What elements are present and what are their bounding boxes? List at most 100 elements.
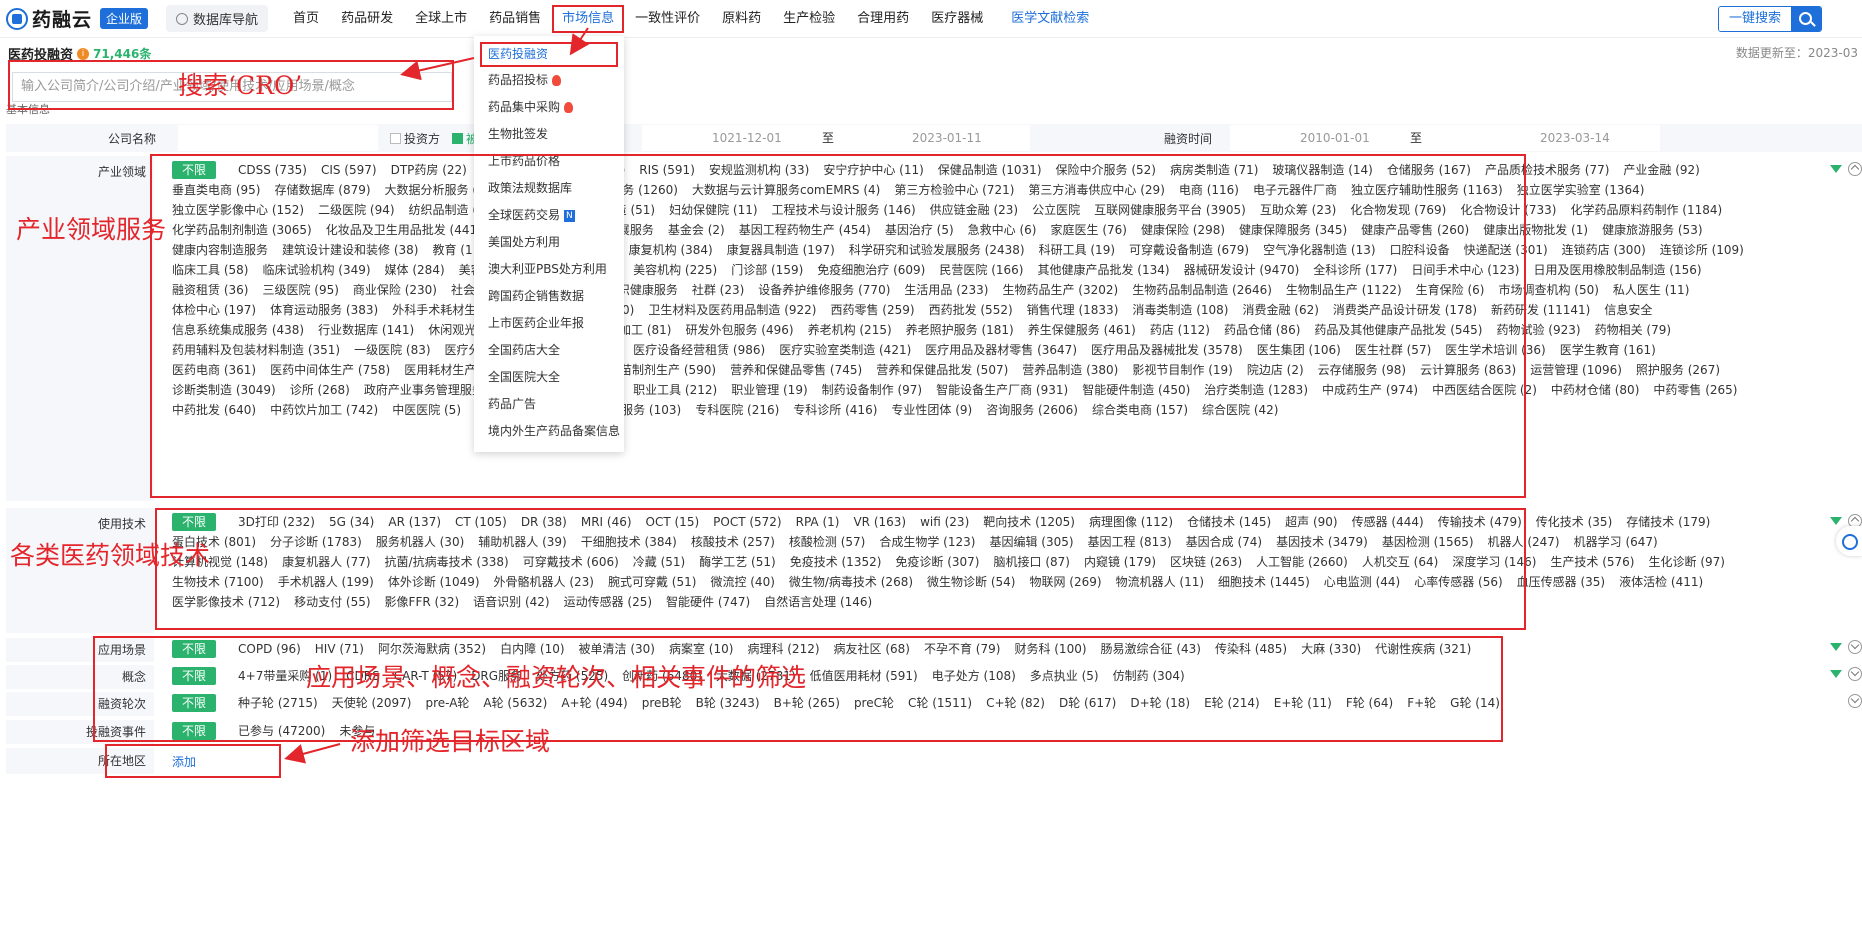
industry-tag[interactable]: 基因治疗 (5) (885, 220, 954, 240)
finance-from-date[interactable]: 2010-01-01 (1230, 125, 1391, 151)
tech-tag[interactable]: AR (137) (388, 512, 441, 532)
tech-tag[interactable]: 基因技术 (3479) (1276, 532, 1368, 552)
industry-tag[interactable]: 诊断类制造 (3049) (172, 380, 276, 400)
industry-tag[interactable]: 健康旅游服务 (53) (1602, 220, 1702, 240)
tech-tag[interactable]: 抗菌/抗病毒技术 (338) (385, 552, 509, 572)
tech-tag[interactable]: 微生物诊断 (54) (927, 572, 1015, 592)
round-tag[interactable]: C轮 (1511) (908, 693, 972, 713)
tech-tag[interactable]: 3D打印 (232) (238, 512, 315, 532)
nav-item-drug-rd[interactable]: 药品研发 (330, 7, 404, 31)
founded-to-date[interactable]: 2023-01-11 (892, 125, 1031, 151)
tech-tag[interactable]: 机器学习 (647) (1574, 532, 1658, 552)
industry-tag[interactable]: 第三方检验中心 (721) (894, 180, 1014, 200)
tech-tag[interactable]: 运动传感器 (25) (564, 592, 652, 612)
industry-tag[interactable]: 民营医院 (166) (939, 260, 1023, 280)
industry-tag[interactable]: 独立医疗辅助性服务 (1163) (1351, 180, 1503, 200)
industry-tag[interactable]: 医疗实验室类制造 (421) (779, 340, 911, 360)
expand-icon[interactable] (1848, 694, 1862, 708)
round-tag[interactable]: pre-A轮 (425, 693, 469, 713)
nav-item-rational-drug-use[interactable]: 合理用药 (846, 7, 920, 31)
tech-tag[interactable]: 基因编辑 (305) (989, 532, 1073, 552)
tech-tag[interactable]: 存储技术 (179) (1626, 512, 1710, 532)
one-click-search-button[interactable]: 一键搜索 (1717, 6, 1822, 32)
filter-icon[interactable] (1830, 165, 1842, 173)
tech-tag[interactable]: MRI (46) (581, 512, 632, 532)
industry-tag[interactable]: RIS (591) (639, 160, 695, 180)
industry-tag[interactable]: 安宁疗护中心 (11) (823, 160, 923, 180)
tech-tag[interactable]: VR (163) (853, 512, 906, 532)
tech-tag[interactable]: 脑机接口 (87) (994, 552, 1070, 572)
scenario-tag[interactable]: 阿尔茨海默病 (352) (378, 639, 486, 659)
industry-tag[interactable]: 病房类制造 (71) (1170, 160, 1258, 180)
industry-tag[interactable]: 西药零售 (259) (830, 300, 914, 320)
round-tag[interactable]: B+轮 (265) (774, 693, 840, 713)
tech-tag[interactable]: 液体活检 (411) (1619, 572, 1703, 592)
concept-tag[interactable]: 仿制药 (304) (1113, 666, 1185, 686)
industry-tag[interactable]: 公立医院 (1032, 200, 1080, 220)
tech-tag[interactable]: 靶向技术 (1205) (983, 512, 1075, 532)
dropdown-item[interactable]: 生物批签发 (474, 121, 624, 148)
tech-tag[interactable]: 基因检测 (1565) (1382, 532, 1474, 552)
tech-tag[interactable]: 血压传感器 (35) (1517, 572, 1605, 592)
industry-tag[interactable]: 医学生教育 (161) (1560, 340, 1656, 360)
industry-tag[interactable]: 连锁药店 (300) (1562, 240, 1646, 260)
industry-tag[interactable]: 电商 (116) (1179, 180, 1239, 200)
industry-tag[interactable]: 医药电商 (361) (172, 360, 256, 380)
tech-tag[interactable]: 机器人 (247) (1488, 532, 1560, 552)
scenario-tag[interactable]: COPD (96) (238, 639, 301, 659)
tech-tag[interactable]: 细胞技术 (1445) (1218, 572, 1310, 592)
industry-tag[interactable]: 基金会 (2) (668, 220, 725, 240)
tech-tag[interactable]: 基因合成 (74) (1186, 532, 1262, 552)
scenario-tag[interactable]: 肠易激综合征 (43) (1101, 639, 1201, 659)
industry-tag[interactable]: 智能设备生产厂商 (931) (936, 380, 1068, 400)
round-tag[interactable]: preC轮 (854, 693, 894, 713)
tech-tag[interactable]: 超声 (90) (1285, 512, 1337, 532)
industry-tag[interactable]: 玻璃仪器制造 (14) (1272, 160, 1372, 180)
industry-tag[interactable]: 口腔科设备 (1390, 240, 1450, 260)
database-navigator-button[interactable]: 数据库导航 (166, 5, 269, 32)
industry-tag[interactable]: 私人医生 (11) (1613, 280, 1689, 300)
industry-tag[interactable]: 独立医学实验室 (1364) (1517, 180, 1645, 200)
industry-tag[interactable]: 科研工具 (19) (1039, 240, 1115, 260)
industry-tag[interactable]: 临床工具 (58) (172, 260, 248, 280)
industry-tag[interactable]: 影视节目制作 (19) (1132, 360, 1232, 380)
dropdown-item[interactable]: 上市医药企业年报 (474, 310, 624, 337)
tech-tag[interactable]: 医学影像技术 (712) (172, 592, 280, 612)
round-tag[interactable]: preB轮 (642, 693, 682, 713)
scenario-tag[interactable]: 不孕不育 (79) (924, 639, 1000, 659)
industry-tag[interactable]: 连锁诊所 (109) (1660, 240, 1744, 260)
tech-tag[interactable]: 辅助机器人 (39) (478, 532, 566, 552)
industry-tag[interactable]: CDSS (735) (238, 160, 307, 180)
industry-tag[interactable]: 一级医院 (83) (354, 340, 430, 360)
tech-tag[interactable]: RPA (1) (796, 512, 840, 532)
tech-tag[interactable]: 干细胞技术 (384) (581, 532, 677, 552)
industry-tag[interactable]: 专业性团体 (9) (891, 400, 972, 420)
industry-tag[interactable]: 综合医院 (42) (1202, 400, 1278, 420)
industry-tag[interactable]: 器械研发设计 (9470) (1184, 260, 1300, 280)
expand-icon[interactable] (1848, 667, 1862, 681)
industry-tag[interactable]: 综合类电商 (157) (1092, 400, 1188, 420)
industry-tag[interactable]: 门诊部 (159) (731, 260, 803, 280)
industry-tag[interactable]: 医药中间体生产 (758) (270, 360, 390, 380)
scenario-tag[interactable]: 白内障 (10) (500, 639, 564, 659)
tech-tag[interactable]: CT (105) (455, 512, 507, 532)
industry-tag[interactable]: 销售代理 (1833) (1027, 300, 1119, 320)
industry-tag[interactable]: 中药饮片加工 (742) (270, 400, 378, 420)
info-icon[interactable]: i (77, 47, 90, 60)
industry-tag[interactable]: 生物药品制品制造 (2646) (1132, 280, 1272, 300)
tech-tag[interactable]: 酶学工艺 (51) (699, 552, 775, 572)
industry-tag[interactable]: 妇幼保健院 (11) (669, 200, 757, 220)
industry-tag[interactable]: 中药批发 (640) (172, 400, 256, 420)
dropdown-item[interactable]: 医药投融资 (480, 42, 618, 67)
industry-tag[interactable]: 电子元器件厂商 (1253, 180, 1337, 200)
industry-tag[interactable]: 免疫细胞治疗 (609) (817, 260, 925, 280)
tech-tag[interactable]: POCT (572) (713, 512, 781, 532)
collapse-icon[interactable] (1848, 162, 1862, 176)
tech-tag[interactable]: 手术机器人 (199) (278, 572, 374, 592)
industry-tag[interactable]: 化合物设计 (733) (1460, 200, 1556, 220)
finance-to-date[interactable]: 2023-03-14 (1500, 125, 1661, 151)
tech-tag[interactable]: 5G (34) (329, 512, 374, 532)
tech-tag[interactable]: 外骨骼机器人 (23) (494, 572, 594, 592)
concept-tag[interactable]: 低值医用耗材 (591) (810, 666, 918, 686)
industry-tag[interactable]: 药物试验 (923) (1496, 320, 1580, 340)
